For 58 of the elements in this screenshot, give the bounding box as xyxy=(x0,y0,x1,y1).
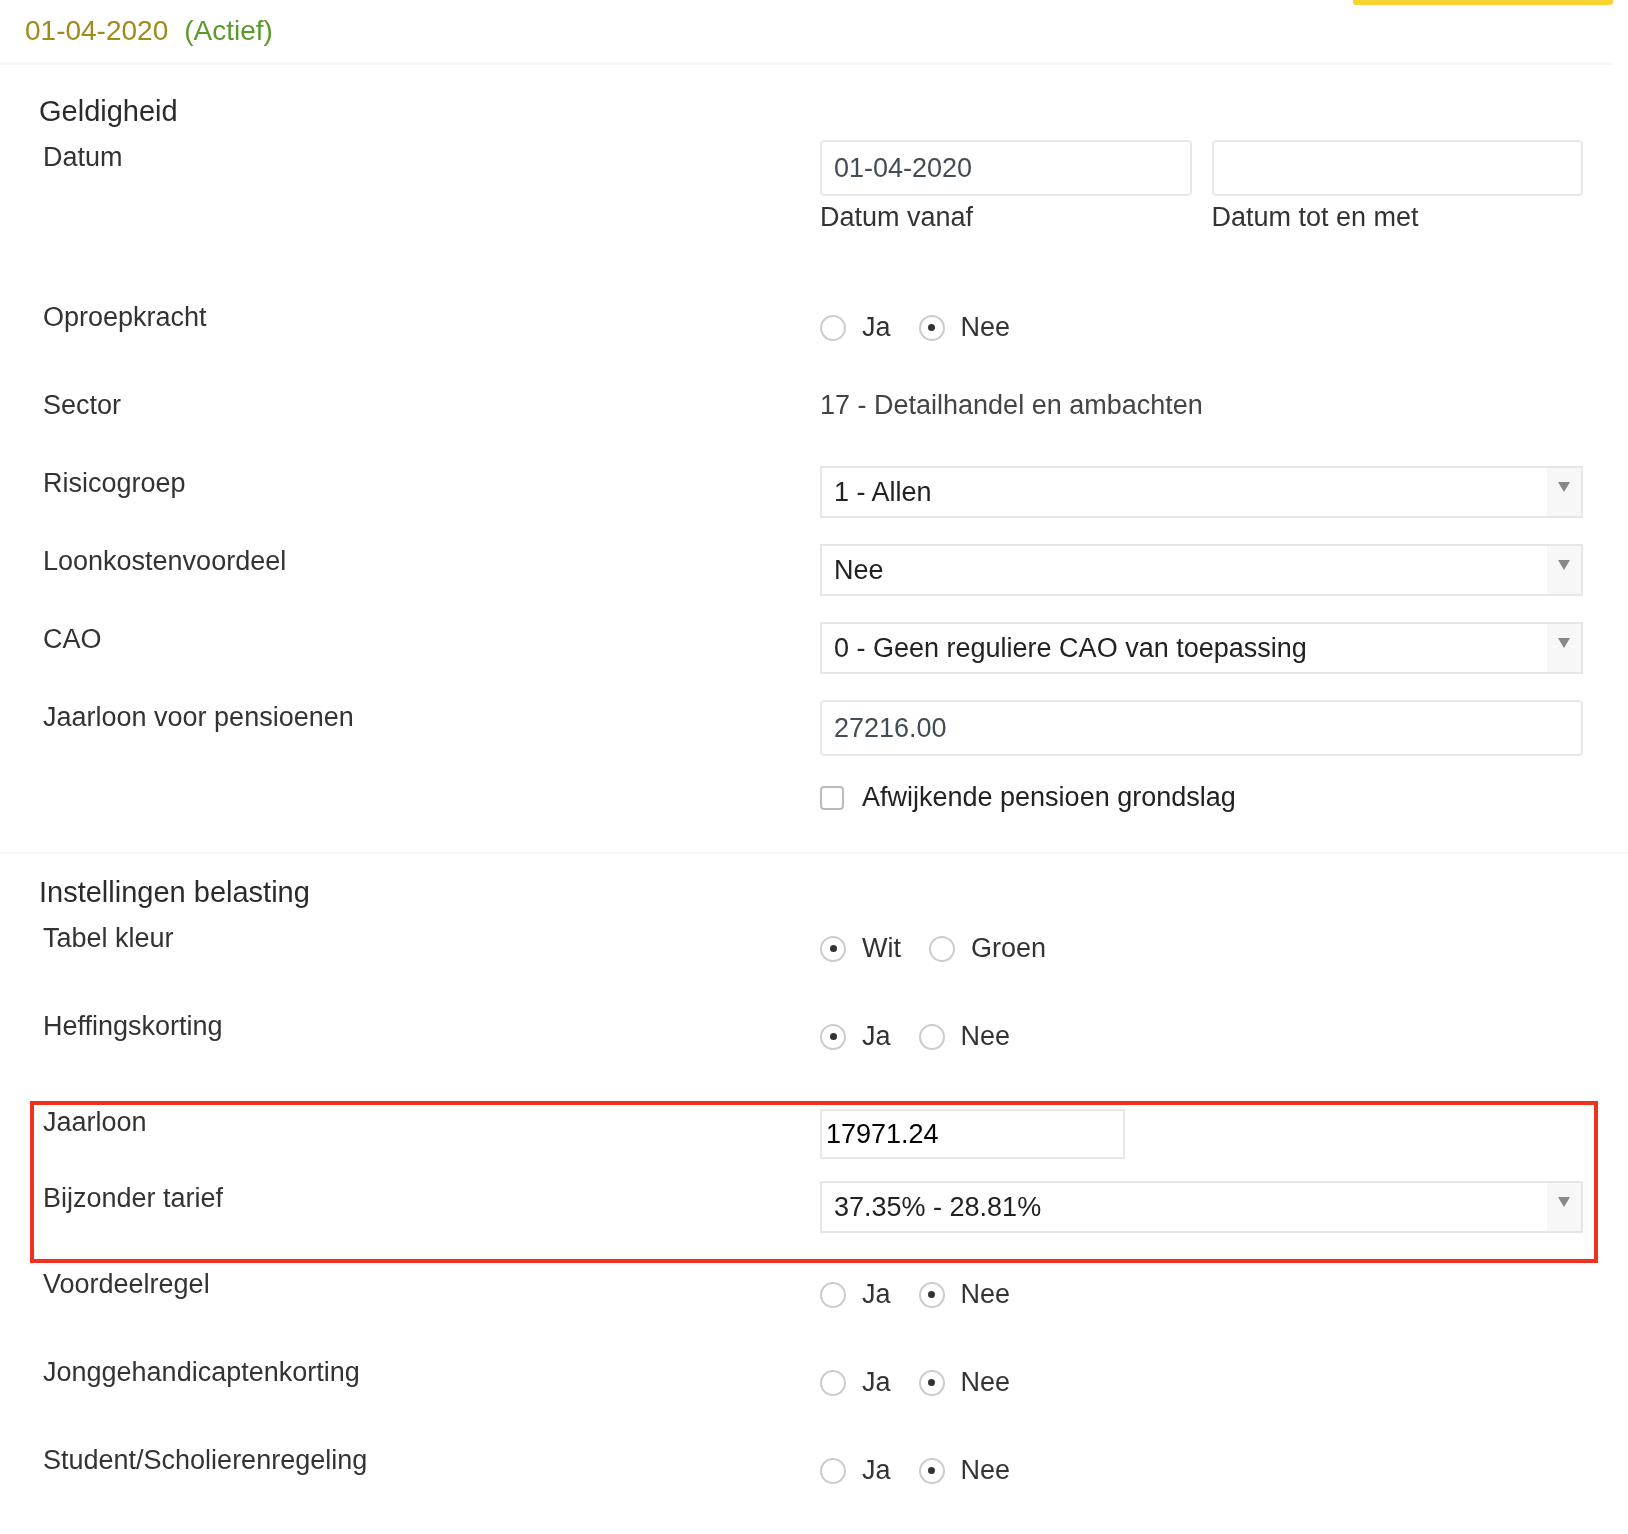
radio-label[interactable]: Ja xyxy=(862,1455,891,1486)
header-date: 01-04-2020 xyxy=(25,15,169,47)
dropdown[interactable]: Nee xyxy=(820,544,1583,596)
radio-label[interactable]: Nee xyxy=(960,1021,1011,1052)
radio-button[interactable] xyxy=(820,1281,846,1308)
radio-button[interactable] xyxy=(918,1023,945,1050)
field-caption: Datum tot en met xyxy=(1211,202,1420,233)
field-label: Heffingskorting xyxy=(43,1011,223,1041)
status-label: (Actief) xyxy=(184,15,273,47)
radio-label[interactable]: Ja xyxy=(862,1279,891,1310)
field-label: CAO xyxy=(43,624,102,654)
radio-label[interactable]: Wit xyxy=(862,933,901,964)
radio-button[interactable] xyxy=(820,1023,846,1050)
field-label: Jaarloon voor pensioenen xyxy=(43,702,354,732)
radio-label[interactable]: Groen xyxy=(971,933,1047,964)
checkbox[interactable] xyxy=(820,785,844,810)
radio-label[interactable]: Ja xyxy=(862,1367,891,1398)
field-label: Loonkostenvoordeel xyxy=(43,546,287,576)
radio-button[interactable] xyxy=(820,314,846,341)
field-label: Voordeelregel xyxy=(43,1269,210,1299)
caret-icon xyxy=(1558,638,1570,648)
field-label: Jonggehandicaptenkorting xyxy=(43,1357,360,1387)
caret-icon xyxy=(1558,560,1570,570)
radio-label[interactable]: Nee xyxy=(960,1279,1011,1310)
input-field[interactable]: 17971.24 xyxy=(820,1109,1125,1159)
section-heading: Geldigheid xyxy=(39,95,179,128)
dropdown[interactable]: 37.35% - 28.81% xyxy=(820,1181,1583,1233)
radio-button[interactable] xyxy=(918,314,945,341)
caret-icon xyxy=(1558,482,1570,492)
dropdown[interactable]: 1 - Allen xyxy=(820,466,1583,518)
field-label: Student/Scholierenregeling xyxy=(43,1445,368,1475)
radio-label[interactable]: Ja xyxy=(862,1021,891,1052)
radio-label[interactable]: Ja xyxy=(862,312,891,343)
field-caption: Datum vanaf xyxy=(820,202,975,233)
radio-label[interactable]: Nee xyxy=(960,1455,1011,1486)
field-label: Risicogroep xyxy=(43,468,186,498)
radio-button[interactable] xyxy=(918,1369,945,1396)
field-label: Sector xyxy=(43,390,122,420)
radio-button[interactable] xyxy=(820,1457,846,1484)
date-from-field[interactable]: 01-04-2020 xyxy=(820,140,1192,196)
radio-label[interactable]: Nee xyxy=(960,312,1011,343)
dropdown[interactable]: 0 - Geen reguliere CAO van toepassing xyxy=(820,622,1583,674)
radio-button[interactable] xyxy=(820,935,846,962)
field-label: Oproepkracht xyxy=(43,302,207,332)
radio-label[interactable]: Nee xyxy=(960,1367,1011,1398)
field-label: Tabel kleur xyxy=(43,923,174,953)
field-value: 17 - Detailhandel en ambachten xyxy=(820,390,1203,420)
radio-button[interactable] xyxy=(820,1369,846,1396)
radio-button[interactable] xyxy=(918,1457,945,1484)
field-label: Datum xyxy=(43,142,123,172)
section-heading: Instellingen belasting xyxy=(39,876,311,909)
checkbox-label[interactable]: Afwijkende pensioen grondslag xyxy=(862,782,1236,813)
input-field[interactable]: 27216.00 xyxy=(820,700,1583,756)
radio-button[interactable] xyxy=(918,1281,945,1308)
caret-icon xyxy=(1558,1197,1570,1207)
field-label: Jaarloon xyxy=(43,1107,147,1137)
field-label: Bijzonder tarief xyxy=(43,1183,224,1213)
radio-button[interactable] xyxy=(929,935,955,962)
